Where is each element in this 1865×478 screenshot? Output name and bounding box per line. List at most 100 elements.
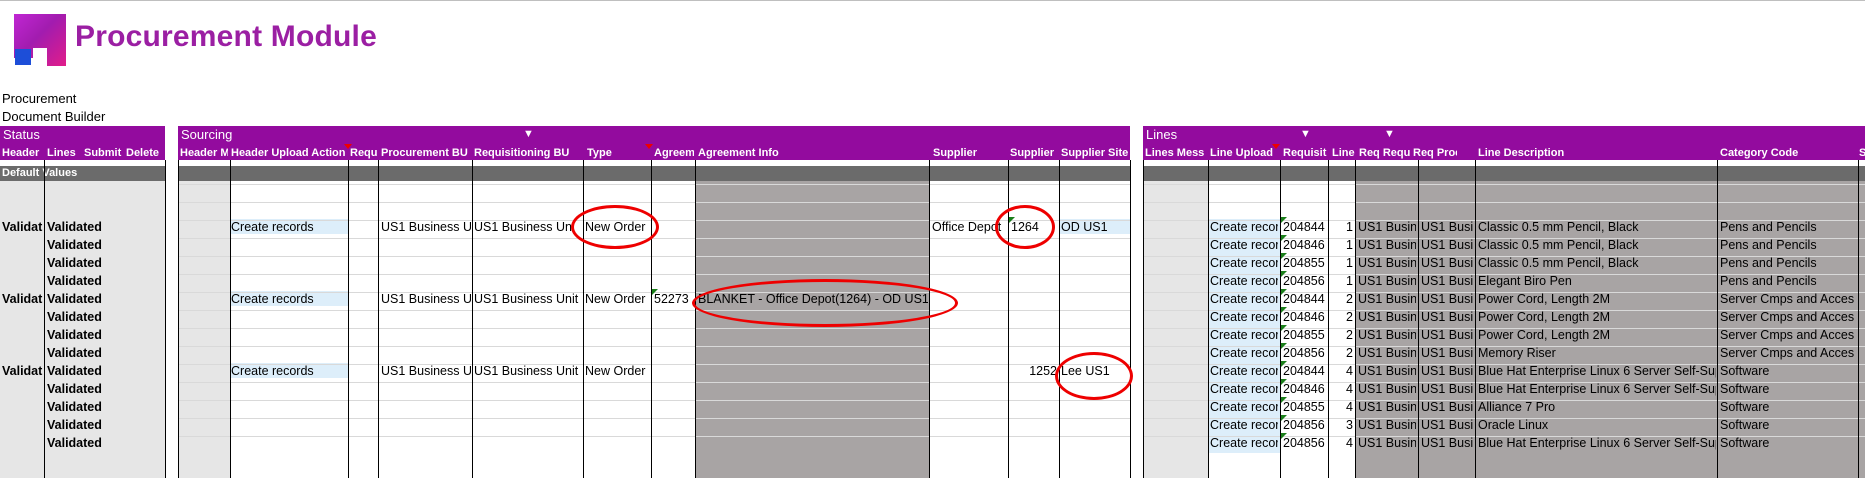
line-number[interactable]: 2 bbox=[1330, 345, 1353, 361]
req-procurement-bu: US1 Busin bbox=[1421, 418, 1473, 432]
col-category-code[interactable]: Category Code bbox=[1720, 147, 1840, 159]
col-procurement-bu[interactable]: Procurement BU bbox=[381, 147, 471, 159]
req-requisitioning-bu: US1 Busine bbox=[1358, 418, 1416, 432]
annotation-circle bbox=[1055, 352, 1133, 400]
col-submit[interactable]: Submit bbox=[84, 147, 122, 159]
line-number[interactable]: 2 bbox=[1330, 327, 1353, 343]
line-number[interactable]: 4 bbox=[1330, 363, 1353, 379]
filter-arrow-icon[interactable]: ▼ bbox=[1384, 128, 1395, 140]
lines-status: Validated bbox=[47, 310, 102, 324]
line-number[interactable]: 2 bbox=[1330, 309, 1353, 325]
col-lines-message[interactable]: Lines Mess bbox=[1145, 147, 1207, 159]
line-upload-action[interactable]: Create recor bbox=[1210, 219, 1278, 235]
col-supplier-site[interactable]: Supplier Site bbox=[1061, 147, 1130, 159]
line-upload-action[interactable]: Create recor bbox=[1210, 309, 1278, 325]
line-number[interactable]: 1 bbox=[1330, 237, 1353, 253]
supplier-site[interactable]: OD US1 bbox=[1061, 219, 1129, 235]
lines-status: Validated bbox=[47, 256, 102, 270]
col-lines-status[interactable]: Lines bbox=[47, 147, 79, 159]
col-delete[interactable]: Delete bbox=[126, 147, 164, 159]
col-requisition[interactable]: Requisit bbox=[1283, 147, 1329, 159]
line-number[interactable]: 4 bbox=[1330, 399, 1353, 415]
requisition-number[interactable]: 204844 bbox=[1283, 363, 1327, 379]
req-procurement-bu: US1 Busin bbox=[1421, 382, 1473, 396]
line-upload-action[interactable]: Create recor bbox=[1210, 381, 1278, 397]
requisition-number[interactable]: 204856 bbox=[1283, 435, 1327, 451]
requisition-number[interactable]: 204844 bbox=[1283, 291, 1327, 307]
requisition-number[interactable]: 204856 bbox=[1283, 273, 1327, 289]
line-number[interactable]: 4 bbox=[1330, 435, 1353, 451]
header-upload-action[interactable]: Create records bbox=[231, 219, 347, 235]
line-number[interactable]: 1 bbox=[1330, 273, 1353, 289]
filter-arrow-icon[interactable]: ▼ bbox=[1300, 128, 1311, 140]
col-req-requisitioning[interactable]: Req Requis bbox=[1359, 147, 1411, 159]
category-code: Pens and Pencils bbox=[1720, 256, 1817, 270]
line-number[interactable]: 3 bbox=[1330, 417, 1353, 433]
line-upload-action[interactable]: Create recor bbox=[1210, 363, 1278, 379]
col-header-upload-action[interactable]: Header Upload Action bbox=[231, 147, 347, 159]
requisition-number[interactable]: 204856 bbox=[1283, 417, 1327, 433]
header-upload-action[interactable]: Create records bbox=[231, 363, 347, 379]
header-status: Validat bbox=[2, 220, 43, 234]
line-number[interactable]: 1 bbox=[1330, 255, 1353, 271]
line-upload-action[interactable]: Create recor bbox=[1210, 345, 1278, 361]
col-requester[interactable]: Requ bbox=[350, 147, 378, 159]
requisition-number[interactable]: 204844 bbox=[1283, 219, 1327, 235]
col-line-upload[interactable]: Line Upload bbox=[1210, 147, 1280, 159]
requisition-number[interactable]: 204856 bbox=[1283, 345, 1327, 361]
col-type[interactable]: Type bbox=[587, 147, 642, 159]
lines-status: Validated bbox=[47, 346, 102, 360]
line-upload-action[interactable]: Create recor bbox=[1210, 417, 1278, 433]
line-upload-action[interactable]: Create recor bbox=[1210, 399, 1278, 415]
line-upload-action[interactable]: Create recor bbox=[1210, 273, 1278, 289]
procurement-bu[interactable]: US1 Business Un bbox=[381, 219, 471, 235]
requisition-number[interactable]: 204846 bbox=[1283, 237, 1327, 253]
document-type[interactable]: New Order bbox=[585, 363, 649, 379]
filter-arrow-icon[interactable]: ▼ bbox=[523, 128, 534, 140]
col-supplier[interactable]: Supplier bbox=[933, 147, 993, 159]
col-header-status[interactable]: Header bbox=[2, 147, 44, 159]
req-requisitioning-bu: US1 Busine bbox=[1358, 346, 1416, 360]
req-procurement-bu: US1 Busin bbox=[1421, 292, 1473, 306]
procurement-bu[interactable]: US1 Business Un bbox=[381, 363, 471, 379]
line-upload-action[interactable]: Create recor bbox=[1210, 435, 1278, 451]
line-number[interactable]: 4 bbox=[1330, 381, 1353, 397]
line-upload-action[interactable]: Create recor bbox=[1210, 255, 1278, 271]
req-procurement-bu: US1 Busin bbox=[1421, 256, 1473, 270]
req-requisitioning-bu: US1 Busine bbox=[1358, 292, 1416, 306]
line-upload-action[interactable]: Create recor bbox=[1210, 327, 1278, 343]
requisition-number[interactable]: 204855 bbox=[1283, 327, 1327, 343]
status-band-title: Status bbox=[3, 127, 40, 142]
line-number[interactable]: 2 bbox=[1330, 291, 1353, 307]
agreement-number[interactable]: 52273 bbox=[654, 291, 694, 307]
col-agreement[interactable]: Agreem bbox=[654, 147, 694, 159]
line-number[interactable]: 1 bbox=[1330, 219, 1353, 235]
requisition-number[interactable]: 204846 bbox=[1283, 381, 1327, 397]
requisition-number[interactable]: 204846 bbox=[1283, 309, 1327, 325]
req-procurement-bu: US1 Busin bbox=[1421, 364, 1473, 378]
top-border bbox=[0, 0, 1865, 1]
lines-status: Validated bbox=[47, 382, 102, 396]
header-upload-action[interactable]: Create records bbox=[231, 291, 347, 307]
col-s[interactable]: S bbox=[1859, 147, 1865, 159]
col-requisitioning-bu[interactable]: Requisitioning BU bbox=[474, 147, 586, 159]
col-agreement-info[interactable]: Agreement Info bbox=[698, 147, 898, 159]
line-upload-action[interactable]: Create recor bbox=[1210, 291, 1278, 307]
col-req-procurement[interactable]: Req Proc bbox=[1413, 147, 1457, 159]
requisitioning-bu[interactable]: US1 Business Unit bbox=[474, 363, 582, 379]
lines-band-title: Lines bbox=[1146, 127, 1178, 142]
requisition-number[interactable]: 204855 bbox=[1283, 255, 1327, 271]
col-supplier-number[interactable]: Supplier bbox=[1010, 147, 1058, 159]
procurement-bu[interactable]: US1 Business Un bbox=[381, 291, 471, 307]
req-procurement-bu: US1 Busin bbox=[1421, 220, 1473, 234]
line-description: Alliance 7 Pro bbox=[1478, 400, 1556, 414]
line-upload-action[interactable]: Create recor bbox=[1210, 237, 1278, 253]
col-header-message[interactable]: Header M bbox=[180, 147, 228, 159]
requisitioning-bu[interactable]: US1 Business Unit bbox=[474, 291, 582, 307]
requisition-number[interactable]: 204855 bbox=[1283, 399, 1327, 415]
supplier-number[interactable]: 1252 bbox=[1011, 363, 1057, 379]
col-line[interactable]: Line bbox=[1332, 147, 1358, 159]
requisitioning-bu[interactable]: US1 Business Uni bbox=[474, 219, 582, 235]
col-line-description[interactable]: Line Description bbox=[1478, 147, 1678, 159]
document-type[interactable]: New Order bbox=[585, 291, 649, 307]
